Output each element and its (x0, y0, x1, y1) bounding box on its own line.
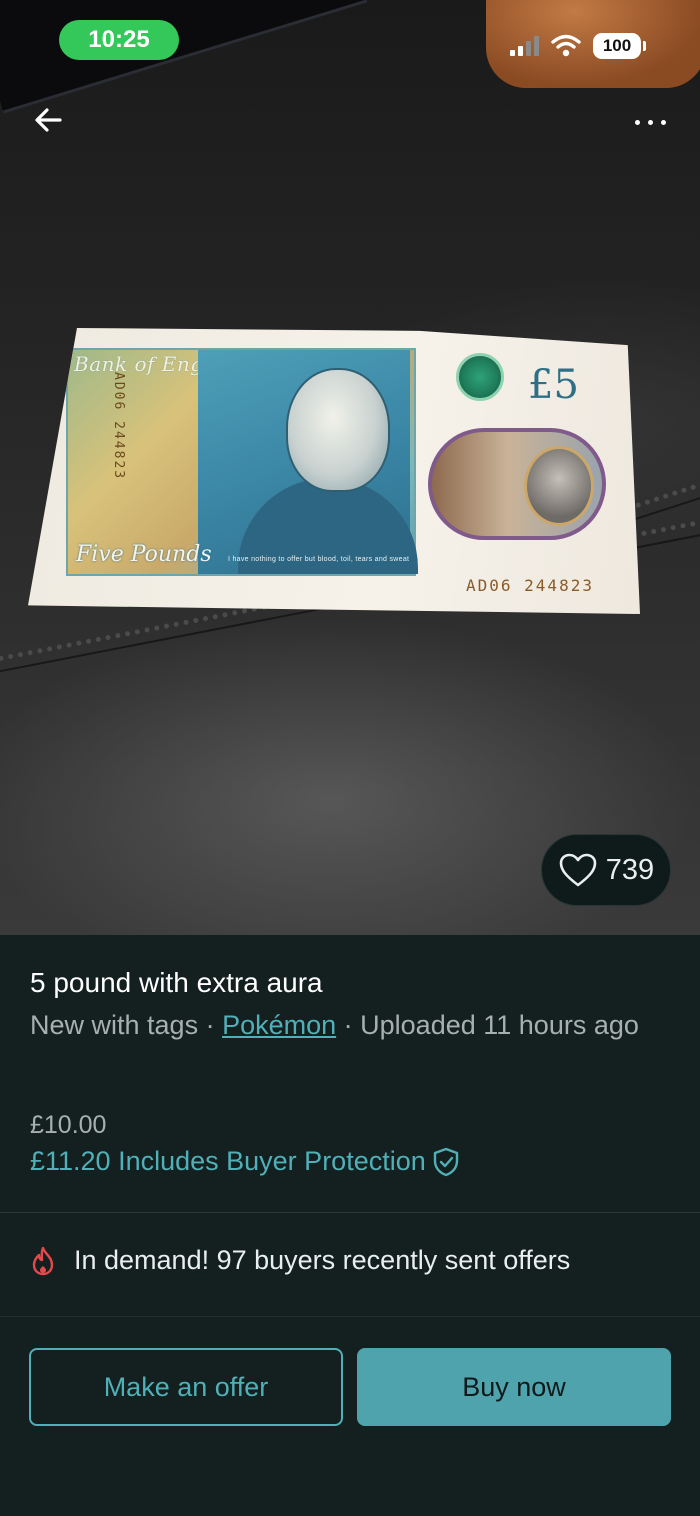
banknote-five-pounds: Five Pounds (76, 542, 212, 567)
banknote-denomination: £5 (528, 362, 579, 408)
favourite-button[interactable]: 739 (541, 834, 671, 906)
signal-icon (510, 36, 539, 56)
item-brand-link[interactable]: Pokémon (222, 1010, 336, 1040)
item-details: 5 pound with extra aura New with tags · … (0, 935, 700, 1516)
arrow-left-icon (35, 108, 62, 132)
total-price-label: £11.20 Includes Buyer Protection (30, 1146, 426, 1176)
item-uploaded: Uploaded 11 hours ago (360, 1010, 639, 1040)
banknote-serial: AD06 244823 (466, 576, 594, 595)
divider (0, 1316, 700, 1317)
status-time: 10:25 (59, 20, 179, 60)
back-button[interactable] (30, 100, 70, 140)
flame-icon (32, 1246, 54, 1275)
more-dot-icon (634, 119, 640, 125)
demand-banner: In demand! 97 buyers recently sent offer… (30, 1245, 570, 1276)
item-condition: New with tags (30, 1010, 199, 1040)
banknote-serial-vertical: AD06 244823 (111, 372, 126, 481)
item-photo[interactable]: Bank of England AD06 244823 Five Pounds … (0, 0, 700, 935)
buyer-protection-price[interactable]: £11.20 Includes Buyer Protection (30, 1146, 460, 1177)
heart-icon (559, 853, 597, 887)
meta-separator: · (198, 1010, 223, 1040)
item-price: £10.00 (30, 1111, 107, 1139)
banknote-portrait-head (286, 368, 390, 492)
banknote-quote: I have nothing to offer but blood, toil,… (228, 556, 410, 563)
favourite-count: 739 (605, 853, 655, 886)
divider (0, 1212, 700, 1213)
banknote: Bank of England AD06 244823 Five Pounds … (28, 328, 640, 614)
item-title: 5 pound with extra aura (30, 967, 323, 998)
action-bar: Make an offer Buy now (0, 1318, 700, 1516)
status-icons: 100 (510, 30, 646, 62)
more-options-button[interactable] (628, 110, 672, 134)
demand-text: In demand! 97 buyers recently sent offer… (74, 1245, 571, 1275)
meta-separator: · (336, 1010, 361, 1040)
buy-now-button[interactable]: Buy now (357, 1348, 671, 1426)
wifi-icon (551, 34, 581, 57)
shield-check-icon (433, 1147, 458, 1176)
more-dot-icon (660, 119, 666, 125)
laptop-background (0, 0, 368, 114)
more-dot-icon (647, 119, 653, 125)
item-meta: New with tags · Pokémon · Uploaded 11 ho… (30, 1005, 670, 1045)
banknote-queen-portrait (524, 446, 594, 526)
banknote-hologram (456, 353, 504, 401)
battery-icon: 100 (593, 33, 646, 59)
make-offer-button[interactable]: Make an offer (29, 1348, 343, 1426)
